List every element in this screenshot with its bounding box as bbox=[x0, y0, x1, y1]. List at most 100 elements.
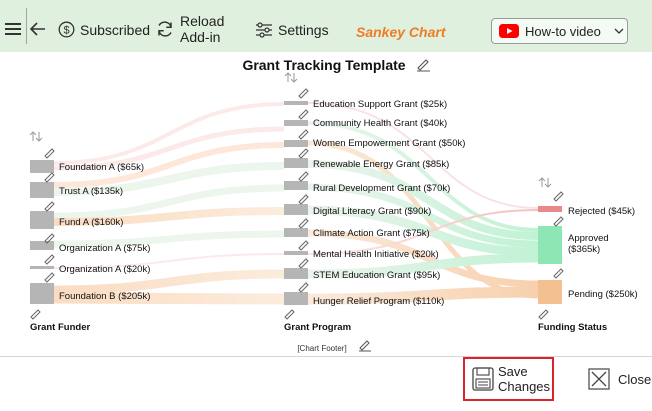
node-label: Women Empowerment Grant ($50k) bbox=[313, 138, 465, 149]
node-label: Organization A ($75k) bbox=[59, 243, 150, 254]
approved-label: Approved ($365k) bbox=[568, 233, 611, 255]
pencil-icon[interactable] bbox=[298, 88, 309, 99]
howto-video-dropdown[interactable]: How-to video bbox=[491, 18, 628, 44]
pencil-icon[interactable] bbox=[298, 258, 309, 269]
save-label-line2: Changes bbox=[498, 379, 551, 394]
node-label: Foundation A ($65k) bbox=[59, 162, 144, 173]
pending-node[interactable] bbox=[538, 280, 562, 304]
node-label: Community Health Grant ($40k) bbox=[313, 118, 447, 129]
sankey-node[interactable] bbox=[284, 140, 308, 147]
pencil-icon[interactable] bbox=[44, 254, 55, 265]
link bbox=[53, 269, 285, 295]
sankey-node[interactable] bbox=[30, 211, 54, 229]
sliders-icon bbox=[256, 22, 272, 38]
edit-footer-pencil-icon[interactable] bbox=[359, 340, 371, 352]
pencil-icon[interactable] bbox=[553, 191, 564, 202]
pencil-icon[interactable] bbox=[538, 309, 549, 320]
link bbox=[53, 102, 285, 165]
pencil-icon[interactable] bbox=[298, 194, 309, 205]
sankey-node[interactable] bbox=[284, 228, 308, 237]
save-label: Save Changes bbox=[498, 364, 550, 394]
sankey-node[interactable] bbox=[284, 268, 308, 279]
reload-icon bbox=[158, 21, 172, 37]
funder-nodes bbox=[30, 160, 54, 304]
youtube-icon bbox=[499, 24, 519, 38]
edit-title-pencil-icon[interactable] bbox=[417, 59, 430, 72]
node-label: Renewable Energy Grant ($85k) bbox=[313, 159, 449, 170]
pencil-icon[interactable] bbox=[298, 282, 309, 293]
pencil-icon[interactable] bbox=[298, 109, 309, 120]
node-label: Mental Health Initiative ($20k) bbox=[313, 249, 439, 260]
sankey-node[interactable] bbox=[30, 266, 54, 269]
node-label: Hunger Relief Program ($110k) bbox=[313, 296, 444, 307]
sankey-chart-label: Sankey Chart bbox=[356, 24, 446, 40]
approved-label-value: ($365k) bbox=[568, 244, 600, 255]
node-label: STEM Education Grant ($95k) bbox=[313, 270, 440, 281]
approved-label-name: Approved bbox=[568, 233, 609, 244]
pencil-icon[interactable] bbox=[298, 148, 309, 159]
reload-label-line1: Reload bbox=[180, 13, 225, 29]
pencil-icon[interactable] bbox=[298, 218, 309, 229]
settings-label: Settings bbox=[278, 22, 329, 38]
sort-icon[interactable] bbox=[284, 72, 298, 83]
close-x-icon bbox=[588, 368, 610, 390]
pencil-icon[interactable] bbox=[298, 129, 309, 140]
close-label: Close bbox=[618, 371, 652, 387]
pencil-icon[interactable] bbox=[44, 172, 55, 183]
save-label-line1: Save bbox=[498, 364, 528, 379]
save-changes-button[interactable]: Save Changes bbox=[463, 357, 554, 401]
node-label: Organization A ($20k) bbox=[59, 264, 150, 275]
pencil-icon[interactable] bbox=[553, 268, 564, 279]
sankey-node[interactable] bbox=[284, 251, 308, 255]
sankey-node[interactable] bbox=[284, 158, 308, 168]
subscribed-button[interactable]: $ Subscribed bbox=[58, 21, 150, 38]
sort-icon[interactable] bbox=[29, 131, 43, 142]
sort-icon[interactable] bbox=[538, 177, 552, 188]
sankey-node[interactable] bbox=[284, 292, 308, 305]
sankey-node[interactable] bbox=[284, 120, 308, 126]
node-label: Foundation B ($205k) bbox=[59, 291, 150, 302]
pencil-icon[interactable] bbox=[44, 201, 55, 212]
howto-label: How-to video bbox=[525, 23, 601, 39]
pencil-icon[interactable] bbox=[44, 272, 55, 283]
sankey-node[interactable] bbox=[284, 181, 308, 190]
settings-button[interactable]: Settings bbox=[255, 22, 329, 38]
approved-node[interactable] bbox=[538, 226, 562, 264]
rejected-node[interactable] bbox=[538, 206, 562, 212]
toolbar-separator bbox=[26, 8, 27, 44]
node-label: Fund A ($160k) bbox=[59, 217, 123, 228]
node-label: Climate Action Grant ($75k) bbox=[313, 228, 430, 239]
save-floppy-icon bbox=[472, 367, 494, 391]
column-header[interactable]: Funding Status bbox=[538, 322, 607, 333]
sankey-node[interactable] bbox=[30, 182, 54, 198]
pencil-icon[interactable] bbox=[298, 240, 309, 251]
reload-addin-button[interactable]: Reload Add-in bbox=[155, 13, 224, 45]
node-label: Education Support Grant ($25k) bbox=[313, 99, 447, 110]
sankey-node[interactable] bbox=[30, 283, 54, 304]
sankey-chart: Grant Tracking Template Foundation A ($6… bbox=[29, 57, 638, 353]
column-header[interactable]: Grant Funder bbox=[30, 322, 90, 333]
back-arrow-icon[interactable] bbox=[30, 22, 46, 36]
close-button[interactable]: Close bbox=[588, 366, 651, 392]
pencil-icon[interactable] bbox=[553, 216, 564, 227]
chart-footer[interactable]: [Chart Footer] bbox=[297, 344, 346, 353]
subscribed-label: Subscribed bbox=[80, 21, 151, 38]
svg-text:$: $ bbox=[63, 25, 69, 37]
pencil-icon[interactable] bbox=[30, 309, 41, 320]
sankey-node[interactable] bbox=[30, 241, 54, 250]
pencil-icon[interactable] bbox=[44, 148, 55, 159]
column-header[interactable]: Grant Program bbox=[284, 322, 351, 333]
pencil-icon[interactable] bbox=[284, 309, 295, 320]
node-label: Rural Development Grant ($70k) bbox=[313, 183, 450, 194]
sankey-node[interactable] bbox=[30, 160, 54, 173]
reload-label: Reload Add-in bbox=[180, 13, 224, 45]
footer-divider bbox=[0, 356, 652, 357]
hamburger-menu-icon[interactable] bbox=[5, 22, 21, 36]
node-label: Trust A ($135k) bbox=[59, 186, 123, 197]
sankey-node[interactable] bbox=[284, 101, 308, 105]
chevron-down-icon bbox=[614, 28, 624, 34]
pencil-icon[interactable] bbox=[298, 171, 309, 182]
sankey-node[interactable] bbox=[284, 204, 308, 215]
node-label: Pending ($250k) bbox=[568, 289, 638, 300]
chart-title[interactable]: Grant Tracking Template bbox=[242, 57, 405, 73]
